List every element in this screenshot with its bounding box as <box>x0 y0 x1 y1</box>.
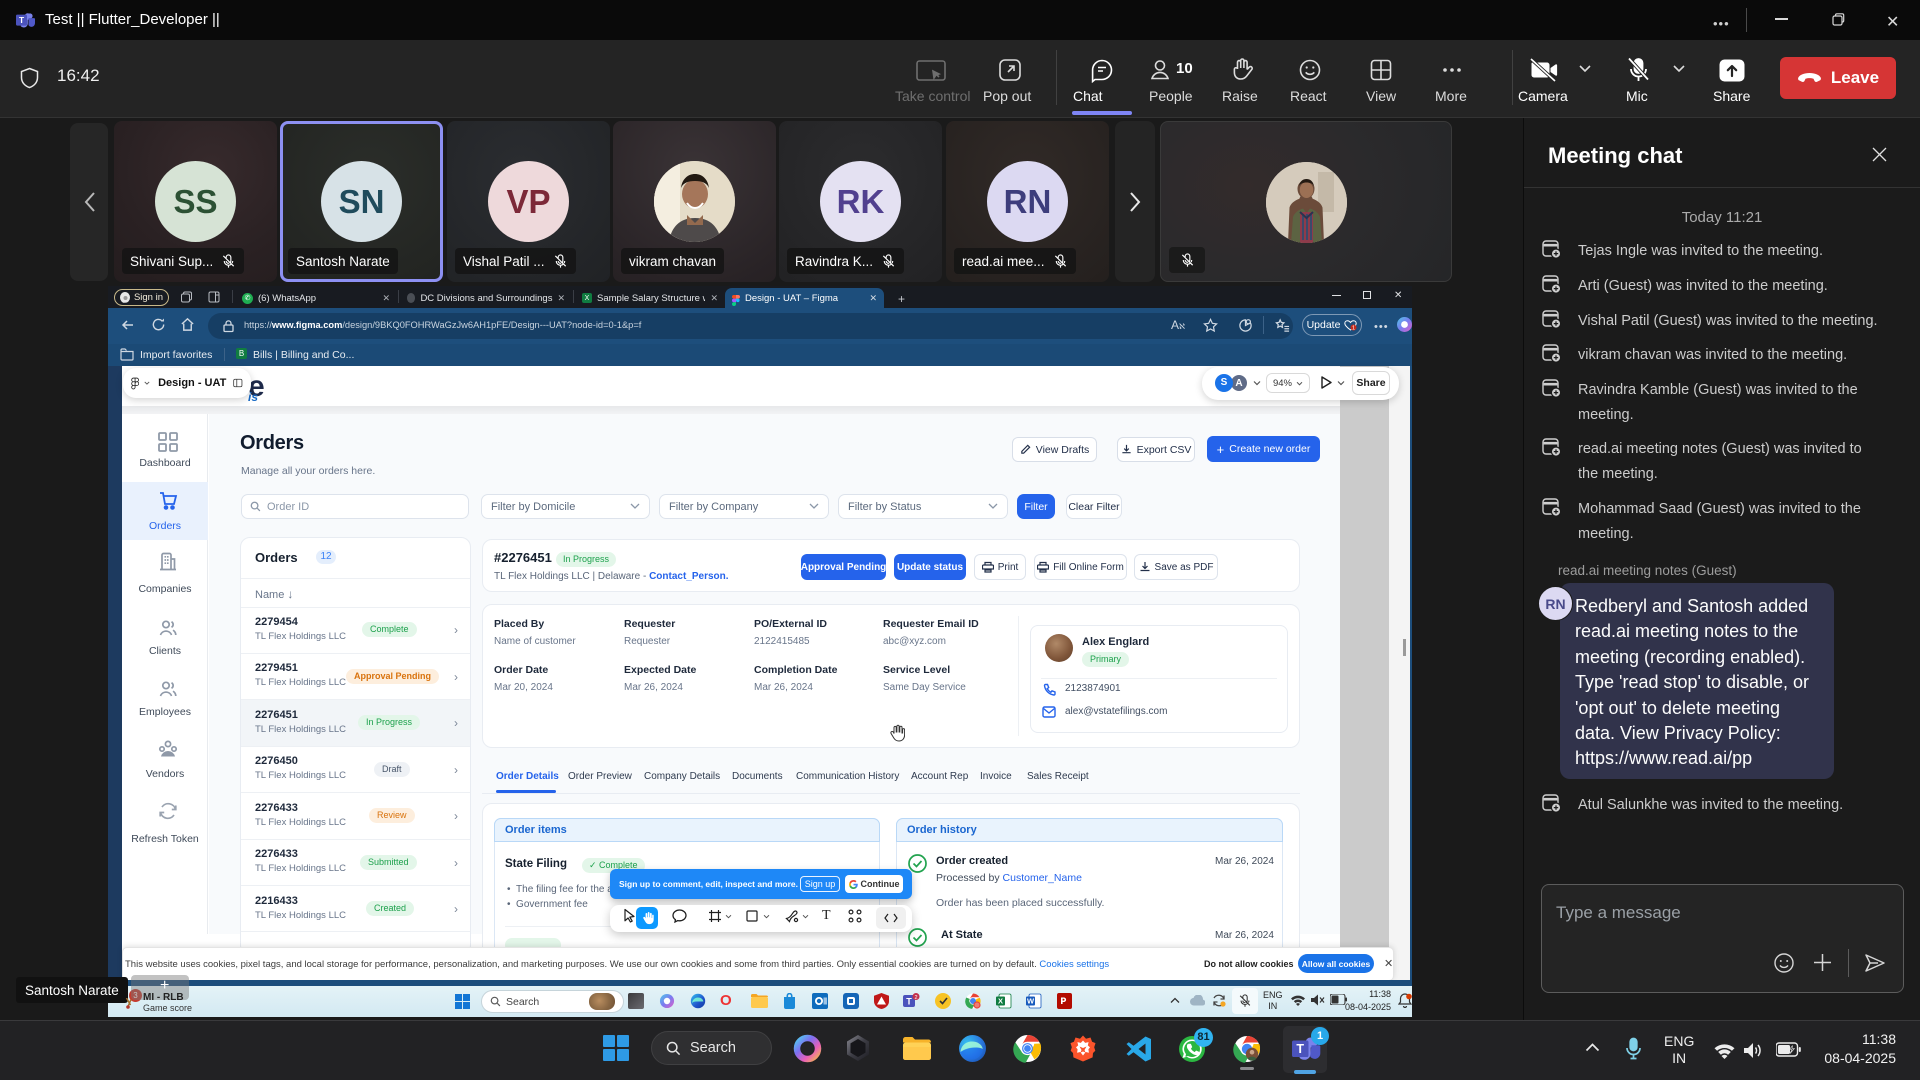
svg-text:1: 1 <box>1352 325 1355 330</box>
svg-text:T: T <box>906 997 912 1007</box>
svg-text:T: T <box>19 15 25 25</box>
svg-text:T: T <box>1296 1042 1304 1056</box>
svg-text:2: 2 <box>914 995 917 1001</box>
svg-text:X: X <box>998 997 1003 1006</box>
svg-text:W: W <box>1027 997 1035 1006</box>
